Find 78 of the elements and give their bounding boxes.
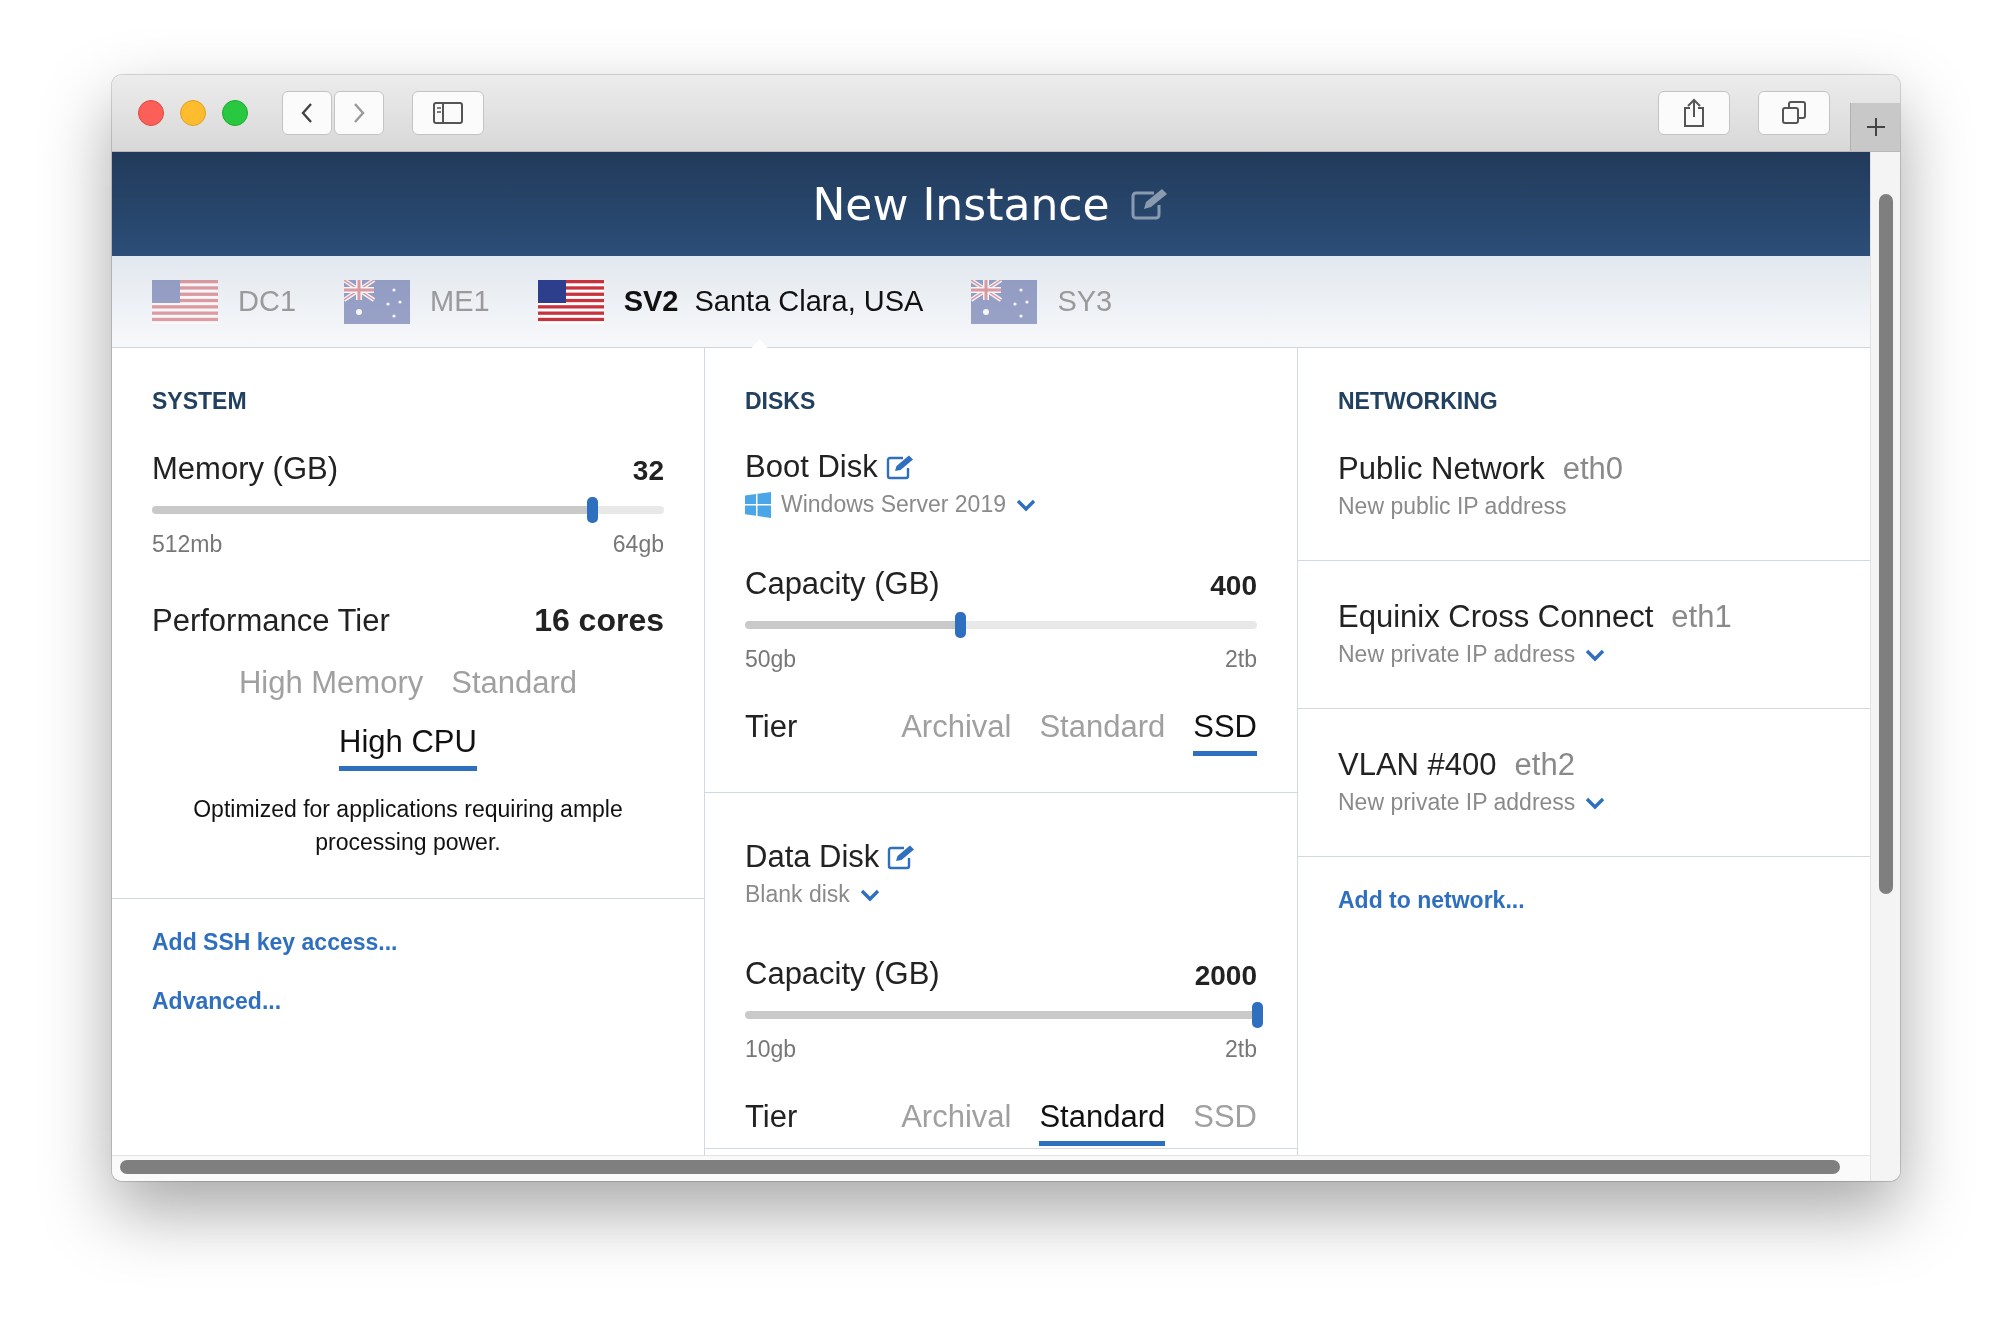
back-button[interactable] (282, 91, 332, 135)
capacity-value: 400 (1210, 570, 1257, 602)
memory-value: 32 (632, 455, 664, 487)
chevron-down-icon (1016, 497, 1036, 512)
slider-thumb[interactable] (587, 497, 599, 523)
page-title: New Instance (812, 178, 1110, 230)
min-label: 10gb (745, 1036, 797, 1063)
chevron-right-icon (352, 101, 366, 125)
tier-option[interactable]: High Memory (238, 665, 424, 712)
chevron-left-icon (300, 101, 314, 125)
section-heading: SYSTEM (152, 388, 248, 415)
link[interactable]: Advanced... (152, 987, 282, 1015)
performance-label: Performance Tier (152, 603, 390, 639)
tier-label: Tier (745, 1099, 798, 1135)
min-label: 512mb (152, 531, 223, 558)
tier-description: Optimized for applications requiring ample processing power. (192, 795, 624, 858)
flag-icon (344, 279, 410, 324)
sidebar-icon (433, 102, 463, 124)
image-dropdown[interactable]: Blank disk (745, 881, 880, 908)
max-label: 2tb (1225, 646, 1257, 673)
address-label: New public IP address (1338, 493, 1567, 520)
network-name: Equinix Cross Connect (1338, 599, 1654, 635)
link[interactable]: Add SSH key access... (152, 928, 398, 956)
chevron-down-icon (859, 887, 880, 902)
new-tab-button[interactable] (1850, 103, 1900, 151)
tier-option[interactable]: SSD (1193, 709, 1257, 756)
address-dropdown[interactable]: New private IP address (1338, 641, 1606, 668)
share-button[interactable] (1658, 91, 1730, 135)
capacity-label: Capacity (GB) (745, 956, 940, 992)
datacenter-tab[interactable]: DC1 (152, 256, 296, 347)
network-name: Public Network (1338, 451, 1545, 487)
vertical-scrollbar[interactable] (1878, 194, 1893, 894)
sidebar-button[interactable] (412, 91, 484, 135)
max-label: 2tb (1225, 1036, 1257, 1063)
slider-thumb[interactable] (955, 612, 967, 638)
flag-icon (537, 279, 604, 324)
plus-icon (1864, 116, 1887, 138)
tier-option[interactable]: High CPU (339, 724, 477, 771)
tier-option[interactable]: Archival (901, 1099, 1012, 1146)
datacenter-tab[interactable]: SY3 (971, 256, 1113, 347)
capacity-value: 2000 (1194, 960, 1257, 992)
max-label: 64gb (612, 531, 664, 558)
datacenter-tab[interactable]: ME1 (344, 256, 490, 347)
datacenter-tab[interactable]: SV2 Santa Clara, USA (537, 256, 924, 347)
network-name: VLAN #400 (1338, 747, 1497, 783)
interface-label: eth0 (1562, 451, 1624, 487)
disk-title: Data Disk (745, 839, 880, 875)
link[interactable]: Add to network... (1338, 887, 1525, 914)
close-button[interactable] (138, 100, 164, 126)
share-icon (1683, 98, 1705, 128)
windows-icon (745, 491, 771, 518)
interface-label: eth2 (1514, 747, 1575, 783)
flag-icon (971, 279, 1038, 324)
performance-value: 16 cores (534, 602, 664, 639)
edit-icon[interactable] (1129, 187, 1170, 221)
image-dropdown[interactable]: Windows Server 2019 (745, 491, 1036, 518)
disk-title: Boot Disk (745, 449, 878, 485)
overlapping-squares-icon (1781, 100, 1807, 126)
tier-option[interactable]: Standard (1039, 709, 1166, 756)
tier-option[interactable]: Standard (451, 665, 578, 712)
chevron-down-icon (1585, 647, 1606, 662)
section-heading: NETWORKING (1338, 388, 1499, 415)
tier-option[interactable]: Archival (901, 709, 1012, 756)
chevron-down-icon (1585, 795, 1606, 810)
tabs-button[interactable] (1758, 91, 1830, 135)
tier-label: Tier (745, 709, 798, 745)
capacity-label: Capacity (GB) (745, 566, 940, 602)
tier-option[interactable]: Standard (1039, 1099, 1166, 1146)
section-heading: DISKS (745, 388, 817, 415)
memory-label: Memory (GB) (152, 451, 338, 487)
edit-icon[interactable] (885, 454, 916, 480)
flag-icon (152, 279, 218, 324)
interface-label: eth1 (1671, 599, 1732, 635)
tier-option[interactable]: SSD (1193, 1099, 1257, 1146)
address-dropdown[interactable]: New private IP address (1338, 789, 1606, 816)
min-label: 50gb (745, 646, 797, 673)
horizontal-scrollbar[interactable] (120, 1160, 1840, 1174)
slider-thumb[interactable] (1252, 1002, 1263, 1028)
